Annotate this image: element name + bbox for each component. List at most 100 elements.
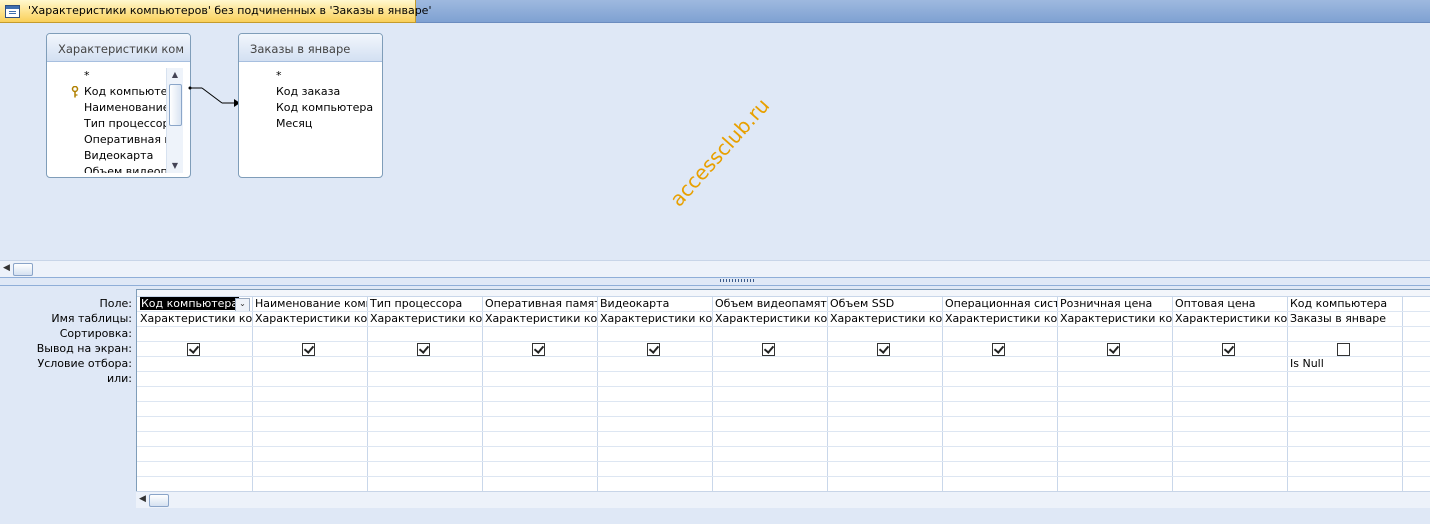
or-cell[interactable] [1402,477,1430,492]
or-cell[interactable] [482,417,597,432]
or-cell[interactable] [597,417,712,432]
grid-horizontal-scrollbar[interactable]: ◀ [136,491,1430,508]
grid-column[interactable] [1402,290,1430,510]
or-cell[interactable] [1402,372,1430,387]
or-cell[interactable] [712,432,827,447]
scroll-down-icon[interactable]: ▼ [167,159,183,173]
or-cell[interactable] [482,402,597,417]
or-cell[interactable] [137,402,252,417]
table-cell[interactable]: Характеристики ком [367,312,482,327]
or-cell[interactable] [252,402,367,417]
field-cell[interactable]: Объем видеопамяти [712,297,827,312]
or-cell[interactable] [252,477,367,492]
or-cell[interactable] [1287,432,1402,447]
or-cell[interactable] [137,372,252,387]
table-window-header[interactable]: Заказы в январе [239,34,382,62]
or-cell[interactable] [1287,387,1402,402]
or-cell[interactable] [137,462,252,477]
or-cell[interactable] [712,417,827,432]
table-window-characteristics[interactable]: Характеристики ком… * Код компьютера Наи… [46,33,191,178]
show-checkbox[interactable] [992,343,1005,356]
criteria-cell[interactable] [827,357,942,372]
or-cell[interactable] [252,387,367,402]
sort-cell[interactable] [482,327,597,342]
grid-column[interactable]: Код компьютера ⌄ Характеристики ком [137,290,253,510]
table-cell[interactable]: Характеристики ком [827,312,942,327]
or-cell[interactable] [137,432,252,447]
criteria-cell[interactable] [597,357,712,372]
show-checkbox[interactable] [647,343,660,356]
or-cell[interactable] [942,387,1057,402]
or-cell[interactable] [1287,477,1402,492]
column-selector[interactable] [942,290,1057,297]
grid-column[interactable]: Объем видеопамяти Характеристики ком [712,290,828,510]
or-cell[interactable] [942,477,1057,492]
or-cell[interactable] [827,432,942,447]
or-cell[interactable] [367,402,482,417]
criteria-cell[interactable] [1172,357,1287,372]
field-cell[interactable] [1402,297,1430,312]
or-cell[interactable] [597,477,712,492]
or-cell[interactable] [367,477,482,492]
show-checkbox[interactable] [1222,343,1235,356]
or-cell[interactable] [1172,402,1287,417]
table-cell[interactable] [1402,312,1430,327]
or-cell[interactable] [1287,447,1402,462]
column-selector[interactable] [1172,290,1287,297]
table-cell[interactable]: Характеристики ком [137,312,252,327]
diagram-horizontal-scrollbar[interactable]: ◀ [0,260,1430,277]
or-cell[interactable] [827,477,942,492]
or-cell[interactable] [1287,417,1402,432]
criteria-cell[interactable] [712,357,827,372]
or-cell[interactable] [942,372,1057,387]
or-cell[interactable] [1172,372,1287,387]
or-cell[interactable] [597,432,712,447]
sort-cell[interactable] [367,327,482,342]
field-list-item[interactable]: * [246,68,375,84]
or-cell[interactable] [1057,462,1172,477]
table-window-january-orders[interactable]: Заказы в январе * Код заказа Код компьют… [238,33,383,178]
or-cell[interactable] [597,447,712,462]
or-cell[interactable] [942,447,1057,462]
field-cell[interactable]: Код компьютера [1287,297,1402,312]
sort-cell[interactable] [712,327,827,342]
sort-cell[interactable] [827,327,942,342]
column-selector[interactable] [712,290,827,297]
criteria-cell[interactable] [1402,357,1430,372]
table-cell[interactable]: Характеристики ком [712,312,827,327]
or-cell[interactable] [942,402,1057,417]
column-selector[interactable] [252,290,367,297]
or-cell[interactable] [1172,447,1287,462]
or-cell[interactable] [712,387,827,402]
sort-cell[interactable] [1402,327,1430,342]
or-cell[interactable] [1402,387,1430,402]
show-checkbox[interactable] [302,343,315,356]
or-cell[interactable] [482,462,597,477]
field-cell[interactable]: Операционная систе [942,297,1057,312]
field-list-item[interactable]: Месяц [246,116,375,132]
or-cell[interactable] [482,447,597,462]
or-cell[interactable] [1402,417,1430,432]
grid-column[interactable]: Тип процессора Характеристики ком [367,290,483,510]
or-cell[interactable] [367,417,482,432]
or-cell[interactable] [827,372,942,387]
or-cell[interactable] [1402,432,1430,447]
or-cell[interactable] [1057,402,1172,417]
table-window-header[interactable]: Характеристики ком… [47,34,190,62]
column-selector[interactable] [597,290,712,297]
or-cell[interactable] [597,402,712,417]
scroll-thumb[interactable] [169,84,182,126]
criteria-cell[interactable] [1057,357,1172,372]
or-cell[interactable] [942,432,1057,447]
criteria-cell[interactable] [252,357,367,372]
or-cell[interactable] [367,372,482,387]
field-cell[interactable]: Оперативная памяти [482,297,597,312]
or-cell[interactable] [1057,417,1172,432]
show-checkbox[interactable] [762,343,775,356]
scroll-left-icon[interactable]: ◀ [3,263,10,273]
scroll-up-icon[interactable]: ▲ [167,68,183,82]
or-cell[interactable] [1287,462,1402,477]
show-checkbox[interactable] [877,343,890,356]
field-cell[interactable]: Оптовая цена [1172,297,1287,312]
or-cell[interactable] [1287,372,1402,387]
